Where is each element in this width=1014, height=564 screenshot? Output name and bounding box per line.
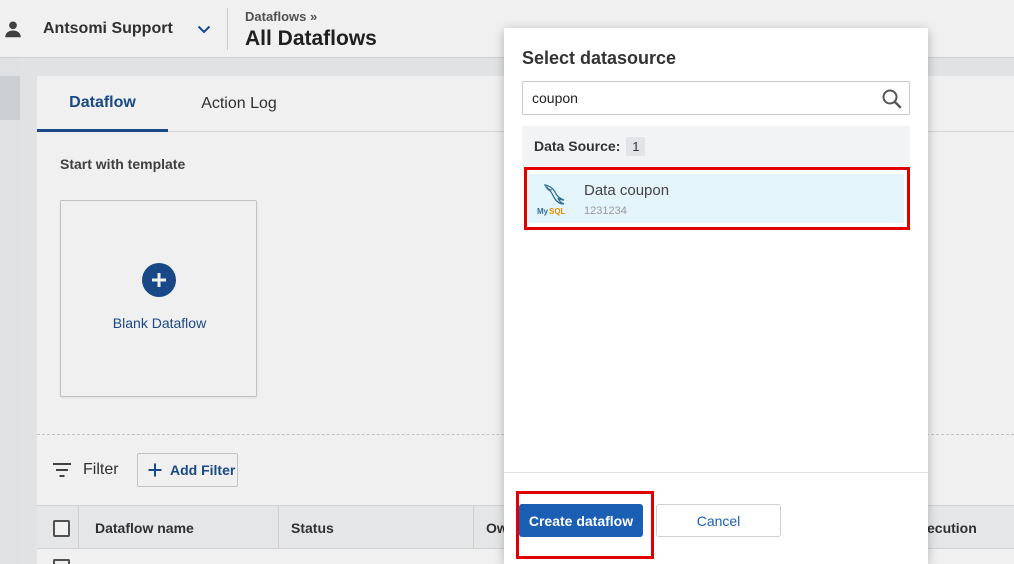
datasource-search xyxy=(522,81,910,115)
group-label: Data Source: xyxy=(534,138,621,154)
group-count-badge: 1 xyxy=(626,136,646,156)
search-icon[interactable] xyxy=(881,88,903,110)
select-datasource-modal: Select datasource Data Source: 1 My SQL … xyxy=(504,28,928,564)
highlight-box-datasource xyxy=(524,167,910,230)
datasource-search-input[interactable] xyxy=(532,90,872,106)
cancel-button[interactable]: Cancel xyxy=(656,504,781,537)
highlight-box-create-button xyxy=(516,491,654,559)
modal-footer-divider xyxy=(504,472,928,473)
datasource-group-header: Data Source: 1 xyxy=(522,126,910,166)
modal-title: Select datasource xyxy=(522,48,677,68)
